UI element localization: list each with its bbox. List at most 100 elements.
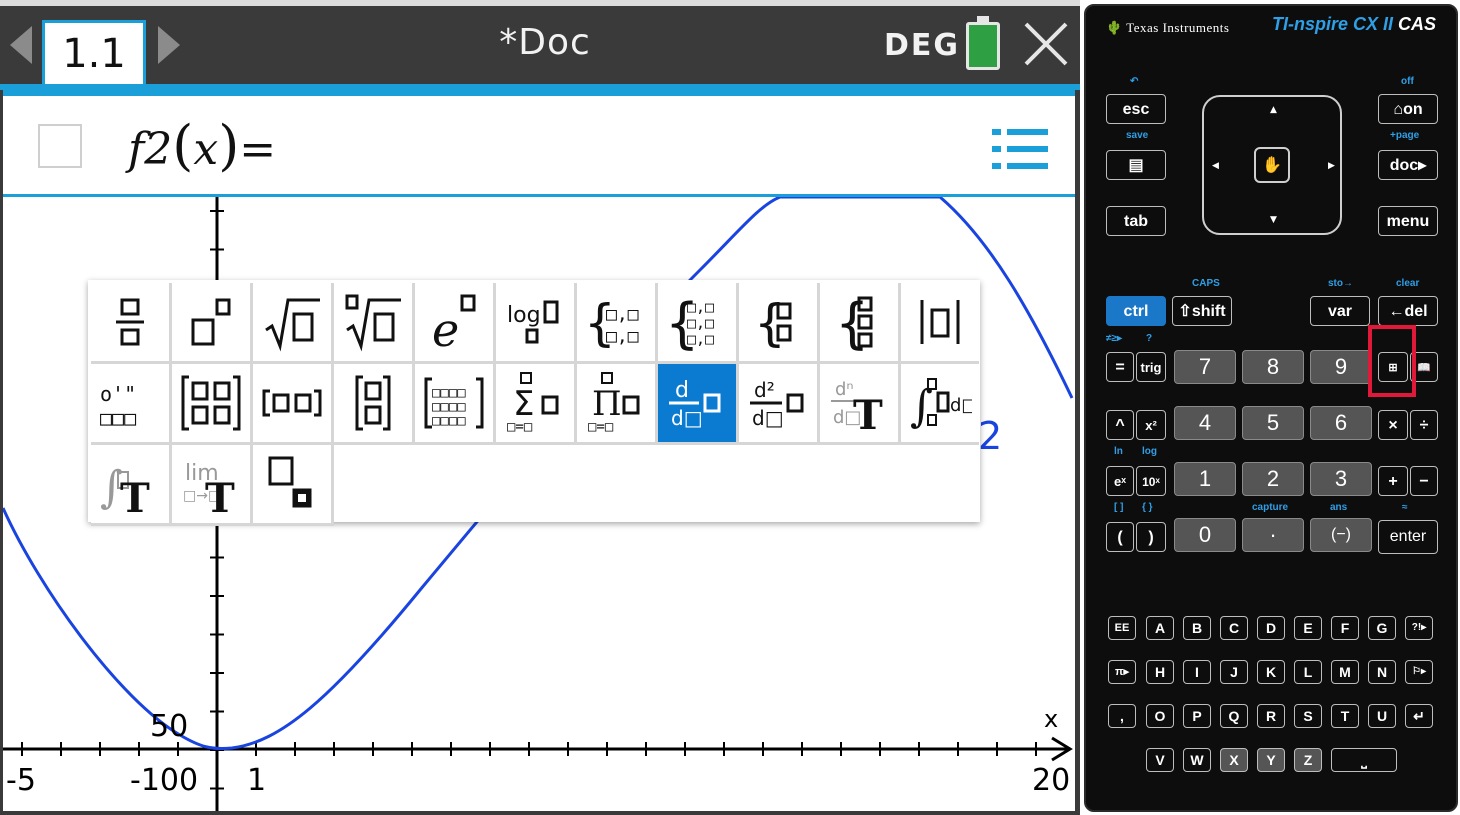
- system-3-template-icon[interactable]: {: [820, 283, 901, 364]
- comma-key[interactable]: ,: [1108, 704, 1136, 728]
- enter-key[interactable]: enter: [1378, 520, 1438, 554]
- key-o[interactable]: O: [1146, 704, 1174, 728]
- exp-key[interactable]: eˣ: [1106, 466, 1134, 496]
- key-z[interactable]: Z: [1294, 748, 1322, 772]
- key-c[interactable]: C: [1220, 616, 1248, 640]
- key-j[interactable]: J: [1220, 660, 1248, 684]
- right-paren-key[interactable]: ): [1136, 522, 1166, 552]
- key-y[interactable]: Y: [1257, 748, 1285, 772]
- subscript-template-icon[interactable]: [253, 445, 334, 526]
- derivative-template-icon[interactable]: d d□: [658, 364, 739, 445]
- key-b[interactable]: B: [1183, 616, 1211, 640]
- key-3[interactable]: 3: [1310, 462, 1372, 496]
- next-page-arrow-icon[interactable]: [158, 26, 180, 64]
- key-t[interactable]: T: [1331, 704, 1359, 728]
- divide-key[interactable]: ÷: [1410, 410, 1438, 440]
- var-key[interactable]: var: [1310, 296, 1370, 326]
- key-k[interactable]: K: [1257, 660, 1285, 684]
- negative-key[interactable]: (−): [1310, 518, 1372, 552]
- limit-template-icon[interactable]: lim □→□ T: [172, 445, 253, 526]
- key-w[interactable]: W: [1183, 748, 1211, 772]
- scratchpad-key-icon[interactable]: ▤: [1106, 150, 1166, 180]
- absolute-value-template-icon[interactable]: [901, 283, 979, 364]
- key-m[interactable]: M: [1331, 660, 1359, 684]
- column-vector-template-icon[interactable]: [334, 364, 415, 445]
- sum-template-icon[interactable]: Σ □=□: [496, 364, 577, 445]
- shift-key[interactable]: ⇧shift: [1172, 296, 1232, 326]
- delete-key[interactable]: ←del: [1378, 296, 1438, 326]
- square-root-template-icon[interactable]: [253, 283, 334, 364]
- key-d[interactable]: D: [1257, 616, 1285, 640]
- nth-derivative-template-icon[interactable]: dⁿ d□ T: [820, 364, 901, 445]
- touchpad-up-icon[interactable]: ▲: [1270, 105, 1277, 115]
- key-f[interactable]: F: [1331, 616, 1359, 640]
- touchpad-down-icon[interactable]: ▼: [1270, 215, 1277, 225]
- key-2[interactable]: 2: [1242, 462, 1304, 496]
- tab-key[interactable]: tab: [1106, 206, 1166, 236]
- equals-key[interactable]: =: [1106, 352, 1134, 382]
- key-n[interactable]: N: [1368, 660, 1396, 684]
- e-power-template-icon[interactable]: e: [415, 283, 496, 364]
- key-x[interactable]: X: [1220, 748, 1248, 772]
- key-1[interactable]: 1: [1174, 462, 1236, 496]
- key-r[interactable]: R: [1257, 704, 1285, 728]
- ee-key[interactable]: EE: [1108, 616, 1136, 640]
- piecewise-2-template-icon[interactable]: {□,□ □,□: [577, 283, 658, 364]
- ten-power-key[interactable]: 10ˣ: [1136, 466, 1166, 496]
- decimal-key[interactable]: ·: [1242, 518, 1304, 552]
- key-h[interactable]: H: [1146, 660, 1174, 684]
- previous-page-arrow-icon[interactable]: [10, 26, 32, 64]
- function-checkbox[interactable]: [38, 124, 82, 168]
- ctrl-key[interactable]: ctrl: [1106, 296, 1166, 326]
- matrix-mxn-template-icon[interactable]: □□□□ □□□□ □□□□: [415, 364, 496, 445]
- close-icon[interactable]: [1022, 20, 1070, 68]
- touchpad-click-icon[interactable]: ✋: [1254, 147, 1290, 183]
- key-u[interactable]: U: [1368, 704, 1396, 728]
- space-key[interactable]: ⎵: [1331, 748, 1397, 772]
- log-base-template-icon[interactable]: log: [496, 283, 577, 364]
- piecewise-3-template-icon[interactable]: {□,□ □,□ □,□: [658, 283, 739, 364]
- key-a[interactable]: A: [1146, 616, 1174, 640]
- key-6[interactable]: 6: [1310, 406, 1372, 440]
- key-p[interactable]: P: [1183, 704, 1211, 728]
- function-list-icon[interactable]: [990, 126, 1050, 172]
- definite-integral-template-icon[interactable]: ∫ d□: [901, 364, 979, 445]
- minus-key[interactable]: −: [1410, 466, 1438, 496]
- key-e[interactable]: E: [1294, 616, 1322, 640]
- key-s[interactable]: S: [1294, 704, 1322, 728]
- key-v[interactable]: V: [1146, 748, 1174, 772]
- key-7[interactable]: 7: [1174, 350, 1236, 384]
- key-l[interactable]: L: [1294, 660, 1322, 684]
- exponent-template-icon[interactable]: [172, 283, 253, 364]
- degree-minute-second-template-icon[interactable]: o'" □□□: [91, 364, 172, 445]
- pi-key[interactable]: π▸: [1108, 660, 1136, 684]
- touchpad-right-icon[interactable]: ▶: [1328, 161, 1335, 171]
- plus-key[interactable]: +: [1378, 466, 1408, 496]
- doc-key[interactable]: doc▸: [1378, 150, 1438, 180]
- key-9[interactable]: 9: [1310, 350, 1372, 384]
- trig-key[interactable]: trig: [1136, 352, 1166, 382]
- touchpad[interactable]: ▲ ▼ ◀ ▶ ✋: [1202, 95, 1342, 235]
- return-key[interactable]: ↵: [1405, 704, 1433, 728]
- multiply-key[interactable]: ×: [1378, 410, 1408, 440]
- flag-key[interactable]: ⚐▸: [1405, 660, 1433, 684]
- nth-root-template-icon[interactable]: [334, 283, 415, 364]
- key-4[interactable]: 4: [1174, 406, 1236, 440]
- key-g[interactable]: G: [1368, 616, 1396, 640]
- key-8[interactable]: 8: [1242, 350, 1304, 384]
- left-paren-key[interactable]: (: [1106, 522, 1134, 552]
- menu-key[interactable]: menu: [1378, 206, 1438, 236]
- square-key[interactable]: x²: [1136, 410, 1166, 440]
- function-entry-line[interactable]: f2(x)=: [0, 96, 1076, 194]
- fraction-template-icon[interactable]: [91, 283, 172, 364]
- indefinite-integral-template-icon[interactable]: ∫ T: [91, 445, 172, 526]
- punctuation-key[interactable]: ?!▸: [1405, 616, 1433, 640]
- power-key[interactable]: ^: [1106, 410, 1134, 440]
- second-derivative-template-icon[interactable]: d² d□: [739, 364, 820, 445]
- key-i[interactable]: I: [1183, 660, 1211, 684]
- touchpad-left-icon[interactable]: ◀: [1212, 161, 1219, 171]
- product-template-icon[interactable]: Π □=□: [577, 364, 658, 445]
- esc-key[interactable]: esc: [1106, 94, 1166, 124]
- system-2-template-icon[interactable]: {: [739, 283, 820, 364]
- key-5[interactable]: 5: [1242, 406, 1304, 440]
